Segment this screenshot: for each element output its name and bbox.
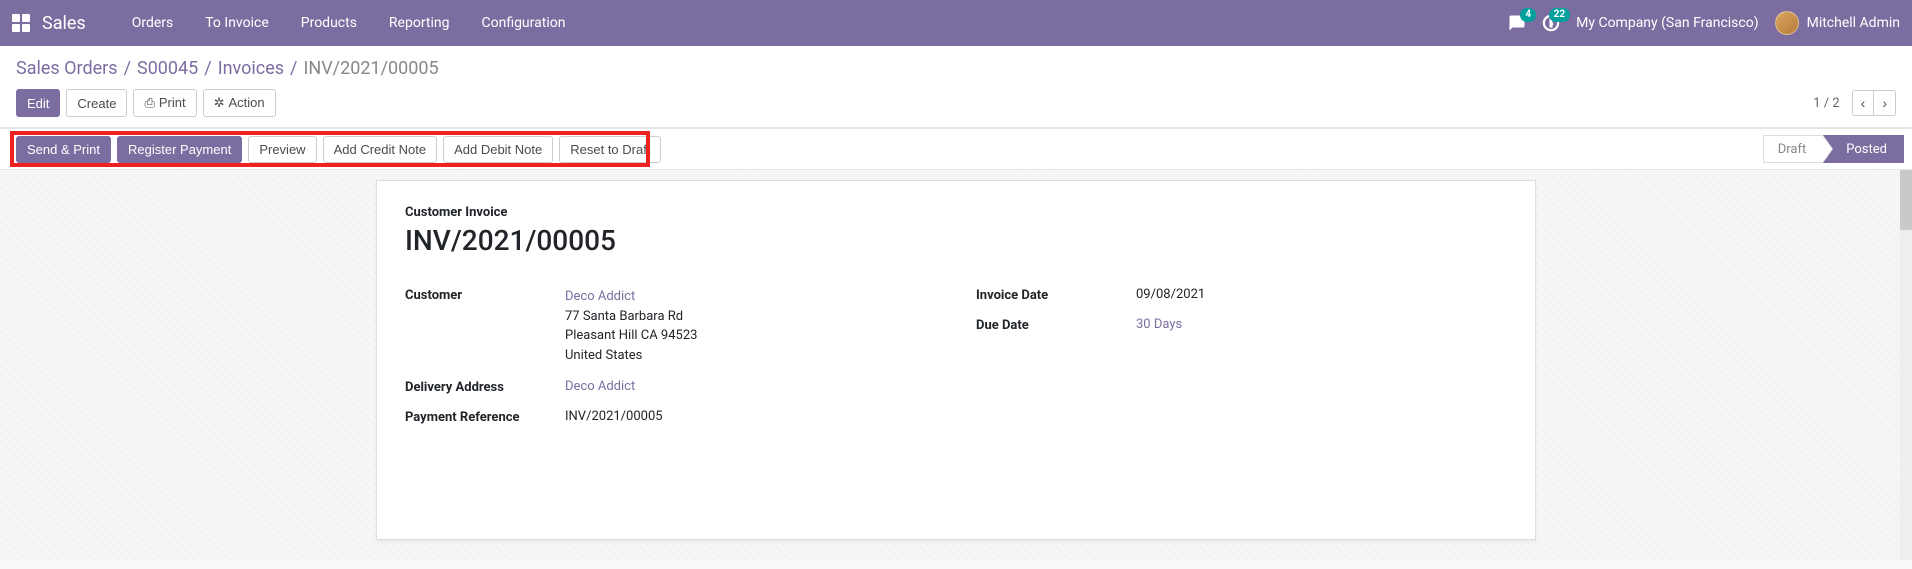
status-posted[interactable]: Posted bbox=[1823, 135, 1904, 163]
right-column: Invoice Date 09/08/2021 Due Date 30 Days bbox=[976, 287, 1507, 439]
avatar bbox=[1775, 11, 1799, 35]
nav-reporting[interactable]: Reporting bbox=[373, 0, 466, 46]
statusbar: Send & Print Register Payment Preview Ad… bbox=[0, 128, 1912, 170]
left-column: Customer Deco Addict 77 Santa Barbara Rd… bbox=[405, 287, 936, 439]
control-panel: Sales Orders / S00045 / Invoices / INV/2… bbox=[0, 46, 1912, 128]
action-button[interactable]: ✲Action bbox=[203, 89, 276, 117]
breadcrumb-sep: / bbox=[204, 58, 211, 79]
delivery-value[interactable]: Deco Addict bbox=[565, 379, 936, 394]
customer-name-link[interactable]: Deco Addict bbox=[565, 287, 936, 307]
invoice-date-label: Invoice Date bbox=[976, 287, 1136, 303]
status-draft[interactable]: Draft bbox=[1763, 135, 1824, 163]
preview-button[interactable]: Preview bbox=[248, 136, 316, 163]
delivery-label: Delivery Address bbox=[405, 379, 565, 395]
pager-buttons: ‹ › bbox=[1852, 90, 1896, 116]
cp-buttons: Edit Create ⎙ Print ✲Action bbox=[16, 89, 276, 117]
nav-orders[interactable]: Orders bbox=[116, 0, 190, 46]
topbar-right: 4 22 My Company (San Francisco) Mitchell… bbox=[1508, 11, 1900, 35]
company-switcher[interactable]: My Company (San Francisco) bbox=[1576, 15, 1758, 31]
status-buttons: Send & Print Register Payment Preview Ad… bbox=[16, 136, 661, 163]
doc-type: Customer Invoice bbox=[405, 205, 1507, 220]
due-date-label: Due Date bbox=[976, 317, 1136, 333]
breadcrumb-sales-orders[interactable]: Sales Orders bbox=[16, 58, 118, 79]
activities-icon[interactable]: 22 bbox=[1542, 14, 1560, 32]
user-name: Mitchell Admin bbox=[1807, 15, 1900, 31]
payref-label: Payment Reference bbox=[405, 409, 565, 425]
breadcrumb-invoices[interactable]: Invoices bbox=[218, 58, 284, 79]
form-sheet: Customer Invoice INV/2021/00005 Customer… bbox=[376, 180, 1536, 540]
add-debit-note-button[interactable]: Add Debit Note bbox=[443, 136, 553, 163]
pager-prev-button[interactable]: ‹ bbox=[1853, 91, 1875, 115]
customer-addr-line1: 77 Santa Barbara Rd bbox=[565, 307, 936, 327]
messages-icon[interactable]: 4 bbox=[1508, 14, 1526, 32]
sheet-background: Customer Invoice INV/2021/00005 Customer… bbox=[0, 170, 1912, 560]
action-label: Action bbox=[228, 95, 264, 110]
doc-title: INV/2021/00005 bbox=[405, 224, 1507, 257]
topbar: Sales Orders To Invoice Products Reporti… bbox=[0, 0, 1912, 46]
breadcrumb-current: INV/2021/00005 bbox=[303, 58, 438, 79]
vertical-scrollbar[interactable] bbox=[1900, 170, 1912, 560]
nav-to-invoice[interactable]: To Invoice bbox=[189, 0, 285, 46]
nav-products[interactable]: Products bbox=[285, 0, 373, 46]
register-payment-button[interactable]: Register Payment bbox=[117, 136, 242, 163]
gear-icon: ✲ bbox=[214, 95, 225, 110]
print-icon: ⎙ bbox=[144, 95, 154, 110]
breadcrumb-order[interactable]: S00045 bbox=[137, 58, 198, 79]
payref-value: INV/2021/00005 bbox=[565, 409, 936, 424]
customer-addr-line3: United States bbox=[565, 346, 936, 366]
activities-badge: 22 bbox=[1549, 8, 1570, 22]
pager-next-button[interactable]: › bbox=[1874, 91, 1895, 115]
send-print-button[interactable]: Send & Print bbox=[16, 136, 111, 163]
breadcrumb-sep: / bbox=[124, 58, 131, 79]
cp-pager: 1 / 2 ‹ › bbox=[1813, 90, 1896, 116]
top-navigation: Orders To Invoice Products Reporting Con… bbox=[116, 0, 582, 46]
reset-to-draft-button[interactable]: Reset to Draft bbox=[559, 136, 661, 163]
customer-addr-line2: Pleasant Hill CA 94523 bbox=[565, 326, 936, 346]
edit-button[interactable]: Edit bbox=[16, 89, 60, 117]
messages-badge: 4 bbox=[1520, 8, 1536, 22]
apps-icon[interactable] bbox=[12, 14, 30, 32]
pager-text[interactable]: 1 / 2 bbox=[1813, 96, 1839, 111]
print-label: Print bbox=[159, 95, 186, 110]
breadcrumb-sep: / bbox=[290, 58, 297, 79]
customer-value: Deco Addict 77 Santa Barbara Rd Pleasant… bbox=[565, 287, 936, 365]
nav-configuration[interactable]: Configuration bbox=[465, 0, 581, 46]
breadcrumb: Sales Orders / S00045 / Invoices / INV/2… bbox=[16, 58, 1896, 79]
create-button[interactable]: Create bbox=[66, 89, 127, 117]
invoice-date-value: 09/08/2021 bbox=[1136, 287, 1507, 302]
brand[interactable]: Sales bbox=[42, 13, 86, 34]
status-steps: Draft Posted bbox=[1763, 135, 1904, 163]
due-date-value[interactable]: 30 Days bbox=[1136, 317, 1507, 332]
user-menu[interactable]: Mitchell Admin bbox=[1775, 11, 1900, 35]
print-button[interactable]: ⎙ Print bbox=[133, 89, 196, 117]
customer-label: Customer bbox=[405, 287, 565, 303]
add-credit-note-button[interactable]: Add Credit Note bbox=[323, 136, 438, 163]
scrollbar-thumb[interactable] bbox=[1900, 170, 1912, 230]
